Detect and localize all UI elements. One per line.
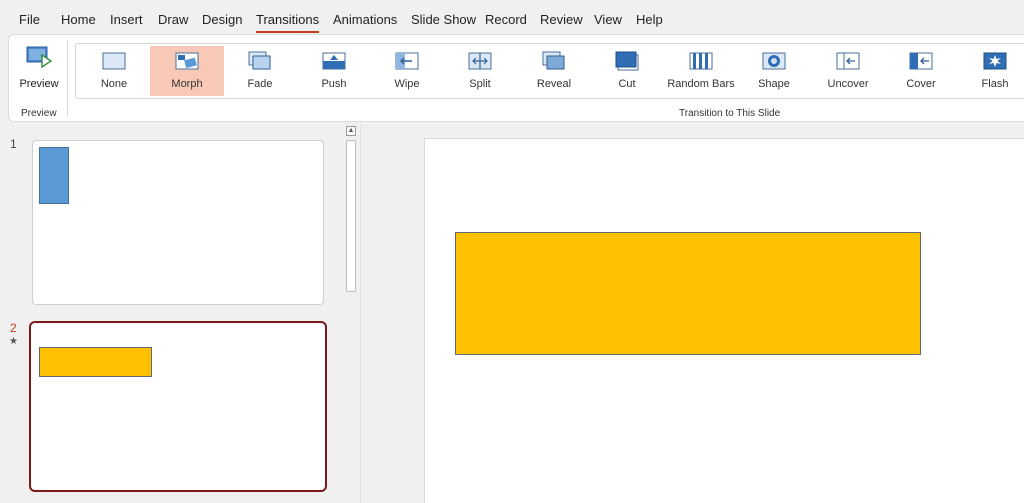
tab-review[interactable]: Review — [540, 12, 583, 27]
transition-gallery: None Morph Fade Push Wipe Split Reveal C… — [75, 43, 1024, 99]
transition-flash[interactable]: Flash — [958, 46, 1024, 96]
transitions-group-label: Transition to This Slide — [679, 108, 781, 119]
ribbon: Preview Preview None Morph Fade Push Wip… — [8, 34, 1024, 122]
wipe-transition-icon — [395, 52, 419, 70]
transition-flash-label: Flash — [981, 78, 1009, 90]
reveal-transition-icon — [542, 51, 565, 70]
transition-cut[interactable]: Cut — [590, 46, 664, 96]
pane-divider[interactable] — [360, 124, 361, 503]
transition-split[interactable]: Split — [443, 46, 517, 96]
transition-shape[interactable]: Shape — [737, 46, 811, 96]
shape-transition-icon — [762, 52, 786, 70]
cut-transition-icon — [615, 51, 639, 71]
preview-button-label: Preview — [19, 78, 59, 90]
morph-transition-icon — [175, 52, 199, 70]
tab-record[interactable]: Record — [485, 12, 527, 27]
transition-fade[interactable]: Fade — [223, 46, 297, 96]
tab-draw[interactable]: Draw — [158, 12, 188, 27]
split-transition-icon — [468, 52, 492, 70]
preview-icon — [26, 46, 52, 69]
preview-group-label: Preview — [21, 108, 57, 119]
thumbnails-scrollbar[interactable]: ▲ — [344, 124, 358, 503]
tab-help[interactable]: Help — [636, 12, 663, 27]
slide-number-1: 1 — [10, 137, 17, 151]
tab-design[interactable]: Design — [202, 12, 242, 27]
slide-number-2: 2 — [10, 321, 17, 335]
transition-cover[interactable]: Cover — [884, 46, 958, 96]
slide-thumbnails-pane: 1 2 ★ ▲ — [0, 124, 360, 503]
tab-slide-show[interactable]: Slide Show — [411, 12, 476, 27]
tab-animations[interactable]: Animations — [333, 12, 397, 27]
thumbnail-2-yellow-rectangle — [39, 347, 152, 377]
cover-transition-icon — [909, 52, 933, 70]
preview-button[interactable]: Preview — [11, 41, 65, 103]
slide-thumbnail-2[interactable] — [29, 321, 327, 492]
none-transition-icon — [102, 52, 126, 70]
transition-marker-icon: ★ — [9, 336, 18, 347]
scroll-up-arrow-icon[interactable]: ▲ — [346, 126, 356, 136]
scrollbar-thumb[interactable] — [346, 140, 356, 292]
slide-editing-canvas[interactable] — [424, 138, 1024, 503]
uncover-transition-icon — [836, 52, 860, 70]
thumbnail-1-blue-rectangle — [39, 147, 69, 204]
tab-home[interactable]: Home — [61, 12, 96, 27]
tab-file[interactable]: File — [19, 12, 40, 27]
yellow-rectangle-shape[interactable] — [455, 232, 921, 355]
fade-transition-icon — [248, 51, 271, 70]
tab-insert[interactable]: Insert — [110, 12, 143, 27]
push-transition-icon — [322, 52, 346, 70]
tab-transitions[interactable]: Transitions — [256, 12, 320, 33]
menu-bar: File Home Insert Draw Design Transitions… — [0, 0, 1024, 36]
random-bars-transition-icon — [689, 52, 713, 70]
flash-transition-icon — [983, 52, 1007, 70]
slide-thumbnail-1[interactable] — [32, 140, 324, 305]
tab-view[interactable]: View — [594, 12, 622, 27]
